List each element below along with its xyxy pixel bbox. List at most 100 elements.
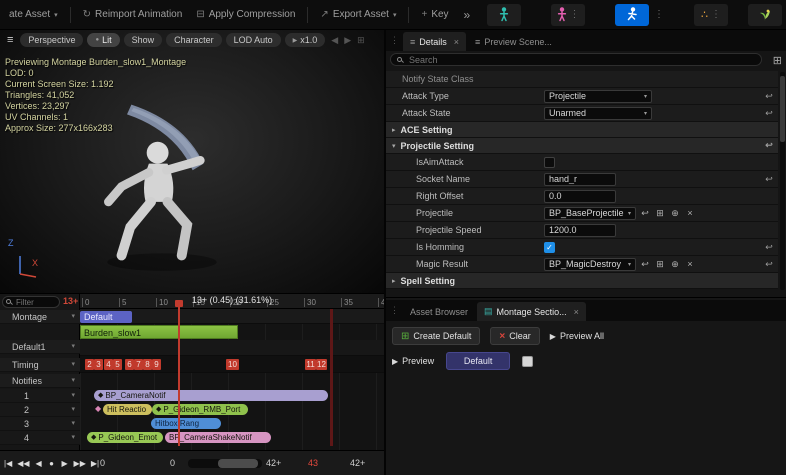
- viewport-extra-icon[interactable]: ⊞: [357, 35, 365, 46]
- default-section-button[interactable]: Default: [446, 352, 510, 370]
- filter-box[interactable]: [2, 296, 60, 308]
- skeleton-mode-button[interactable]: [487, 4, 521, 26]
- notify-bp-camerashakenotif[interactable]: BP_CameraShakeNotif: [165, 432, 271, 443]
- notify-bp-cameranotif[interactable]: ◆ BP_CameraNotif: [94, 390, 328, 401]
- timing-marker[interactable]: 6: [125, 359, 134, 370]
- tab-preview-scene[interactable]: ≡ Preview Scene...: [468, 32, 559, 51]
- step-forward-button[interactable]: ▶▶: [72, 454, 88, 472]
- is-homming-checkbox[interactable]: ✓: [544, 242, 555, 253]
- timing-marker[interactable]: 2: [85, 359, 94, 370]
- projectile-asset-dropdown[interactable]: BP_BaseProjectile ▾: [544, 207, 636, 220]
- reset-to-default-icon[interactable]: ↩: [760, 140, 778, 151]
- reimport-animation-button[interactable]: ↻ Reimport Animation: [78, 4, 188, 26]
- timeline-ruler[interactable]: 13+ (0.45) (31.61%) 0 5 10 15 20 25 30 3…: [80, 294, 384, 309]
- timeline-scrollbar[interactable]: [188, 459, 262, 468]
- category-row-projectile-setting[interactable]: ▾ Projectile Setting ↩: [386, 138, 778, 154]
- reset-to-default-icon[interactable]: ↩: [760, 91, 778, 102]
- use-selected-icon[interactable]: ↩: [639, 259, 651, 270]
- notify-p-gideon-rmb-port[interactable]: ◆ P_Gideon_RMB_Port: [152, 404, 248, 415]
- category-row-spell-setting[interactable]: ▸ Spell Setting: [386, 273, 778, 289]
- lod-dropdown[interactable]: LOD Auto: [226, 33, 281, 47]
- particles-tool-button[interactable]: ∴ ⋮: [694, 4, 728, 26]
- notify-hit-reaction[interactable]: Hit Reactio: [103, 404, 152, 415]
- panel-drag-handle[interactable]: ⋮: [390, 305, 399, 316]
- track-row-timing[interactable]: Timing ▾: [0, 358, 80, 372]
- use-selected-icon[interactable]: ↩: [639, 208, 651, 219]
- timing-marker[interactable]: 8: [143, 359, 152, 370]
- mesh-mode-button[interactable]: ⋮: [551, 4, 585, 26]
- projectile-speed-field[interactable]: [544, 224, 616, 237]
- section-loop-checkbox[interactable]: [522, 356, 533, 367]
- playback-speed-dropdown[interactable]: ▶ x1.0: [285, 33, 326, 47]
- reset-to-default-icon[interactable]: ↩: [760, 242, 778, 253]
- clear-asset-icon[interactable]: ×: [684, 208, 696, 218]
- animation-segment-bar[interactable]: Burden_slow1: [80, 325, 238, 339]
- create-default-button[interactable]: ⊞ Create Default: [392, 327, 480, 345]
- pick-asset-icon[interactable]: ⊕: [669, 208, 681, 219]
- timing-marker[interactable]: 11: [305, 359, 316, 370]
- play-button[interactable]: ▶: [59, 454, 71, 472]
- viewport-extra-icon[interactable]: ▶: [344, 35, 351, 46]
- notify-hitbox-range[interactable]: Hitbox Rang: [151, 418, 221, 429]
- track-row-4[interactable]: 4 ▾: [0, 431, 80, 445]
- record-button[interactable]: ●: [46, 454, 58, 472]
- preview-button[interactable]: ▶ Preview: [392, 356, 434, 366]
- 3d-viewport[interactable]: ≡ Perspective ● Lit Show Character LOD A…: [0, 30, 384, 293]
- track-row-notifies[interactable]: Notifies ▾: [0, 374, 80, 388]
- apply-compression-button[interactable]: ⊟ Apply Compression: [191, 4, 300, 26]
- tab-asset-browser[interactable]: Asset Browser: [403, 302, 475, 321]
- toolbar-overflow-chevrons[interactable]: »: [464, 8, 471, 22]
- panel-drag-handle[interactable]: ⋮: [390, 35, 399, 46]
- playhead-line[interactable]: [178, 300, 180, 446]
- show-dropdown[interactable]: Show: [124, 33, 163, 47]
- track-row-2[interactable]: 2 ▾: [0, 403, 80, 417]
- timing-marker[interactable]: 5: [113, 359, 122, 370]
- create-asset-button[interactable]: ate Asset ▾: [4, 4, 63, 26]
- browse-to-asset-icon[interactable]: ⊞: [654, 259, 666, 270]
- timing-marker[interactable]: 9: [152, 359, 161, 370]
- preview-all-button[interactable]: ▶ Preview All: [550, 331, 604, 341]
- timing-marker[interactable]: 10: [226, 359, 239, 370]
- track-row-1[interactable]: 1 ▾: [0, 389, 80, 403]
- timing-marker[interactable]: 12: [316, 359, 327, 370]
- notify-p-gideon-emote[interactable]: ◆ P_Gideon_Emot: [87, 432, 163, 443]
- timeline-track-area[interactable]: 13+ (0.45) (31.61%) 0 5 10 15 20 25 30 3…: [80, 294, 384, 450]
- dots-menu-icon[interactable]: ⋮: [570, 9, 580, 20]
- character-dropdown[interactable]: Character: [166, 33, 222, 47]
- timeline-scrollbar-thumb[interactable]: [218, 459, 258, 468]
- pick-asset-icon[interactable]: ⊕: [669, 259, 681, 270]
- dots-menu-icon[interactable]: ⋮: [711, 9, 721, 20]
- right-offset-field[interactable]: [544, 190, 616, 203]
- track-row-montage[interactable]: Montage ▾: [0, 310, 80, 324]
- playhead-handle[interactable]: [175, 300, 183, 307]
- dots-menu-icon[interactable]: ⋮: [654, 9, 664, 20]
- montage-section-default[interactable]: Default: [80, 311, 132, 323]
- timing-marker[interactable]: 4: [104, 359, 113, 370]
- timing-marker[interactable]: 7: [134, 359, 143, 370]
- track-row-3[interactable]: 3 ▾: [0, 417, 80, 431]
- foliage-tool-button[interactable]: [748, 4, 782, 26]
- reset-to-default-icon[interactable]: ↩: [760, 259, 778, 270]
- browse-to-asset-icon[interactable]: ⊞: [654, 208, 666, 219]
- close-icon[interactable]: ×: [454, 37, 459, 47]
- step-back-button[interactable]: ◀◀: [15, 454, 31, 472]
- socket-name-field[interactable]: [544, 173, 616, 186]
- tab-details[interactable]: ≡ Details ×: [403, 32, 466, 51]
- details-scrollbar[interactable]: [780, 72, 785, 290]
- viewport-extra-icon[interactable]: ◀: [331, 35, 338, 46]
- tab-montage-sections[interactable]: ▤ Montage Sectio... ×: [477, 302, 586, 321]
- play-reverse-button[interactable]: ◀: [33, 454, 45, 472]
- animation-mode-button[interactable]: [615, 4, 649, 26]
- notify-diamond-icon[interactable]: ◆: [95, 404, 101, 413]
- go-to-start-button[interactable]: |◀: [2, 454, 14, 472]
- export-asset-button[interactable]: ↗ Export Asset ▾: [315, 4, 401, 26]
- clear-button[interactable]: × Clear: [490, 327, 539, 345]
- add-key-button[interactable]: + Key: [416, 4, 453, 26]
- lit-mode-dropdown[interactable]: ● Lit: [87, 33, 119, 47]
- perspective-dropdown[interactable]: Perspective: [20, 33, 83, 47]
- timing-marker[interactable]: 3: [94, 359, 103, 370]
- track-row-default1[interactable]: Default1 ▾: [0, 340, 80, 354]
- close-icon[interactable]: ×: [574, 307, 579, 317]
- reset-to-default-icon[interactable]: ↩: [760, 174, 778, 185]
- magic-result-asset-dropdown[interactable]: BP_MagicDestroy ▾: [544, 258, 636, 271]
